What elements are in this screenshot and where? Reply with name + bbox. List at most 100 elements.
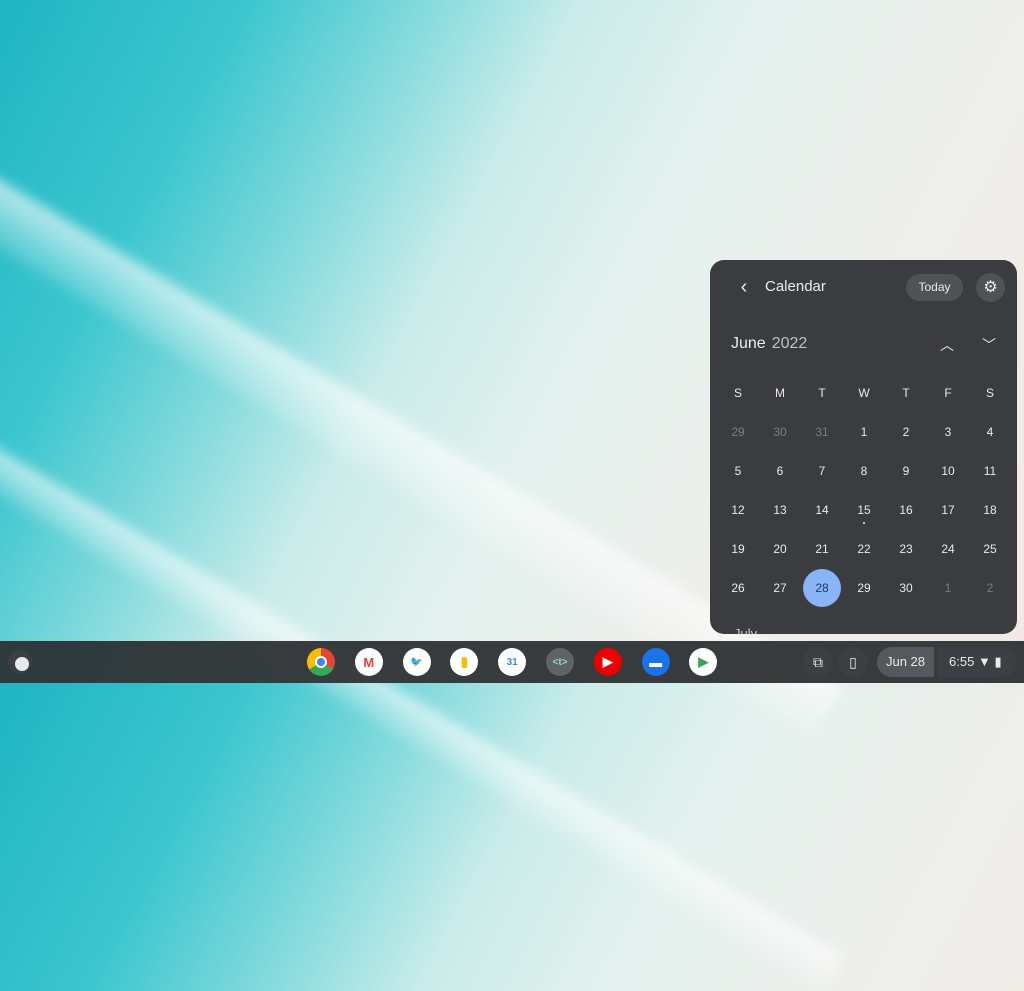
day-cell[interactable]: 29 bbox=[717, 413, 759, 452]
launcher-button[interactable] bbox=[8, 650, 32, 674]
day-number: 24 bbox=[941, 542, 955, 556]
day-cell[interactable]: 4 bbox=[969, 413, 1011, 452]
wifi-icon: ▼ bbox=[977, 654, 991, 669]
day-number: 11 bbox=[983, 464, 997, 478]
shelf: M 🐦 ▮ 31 <t> ▶ ▬ ▶ ⧉ ▯ Jun 28 6:55 ▼ ▮ bbox=[0, 641, 1024, 683]
holding-space-icon[interactable]: ⧉ bbox=[803, 647, 833, 677]
chrome-icon[interactable] bbox=[307, 648, 335, 676]
day-number: 3 bbox=[944, 425, 952, 439]
back-button[interactable]: ‹ bbox=[730, 275, 758, 299]
day-cell[interactable]: 3 bbox=[927, 413, 969, 452]
day-cell[interactable]: 10 bbox=[927, 452, 969, 491]
day-cell[interactable]: 22 bbox=[843, 530, 885, 569]
weekday-label: W bbox=[858, 386, 870, 400]
day-number: 27 bbox=[773, 581, 787, 595]
next-month-label: July bbox=[734, 626, 758, 634]
week-row: 19 20 21 22 23 24 25 bbox=[717, 530, 1011, 569]
month-label: June 2022 bbox=[731, 335, 807, 353]
previous-month-chevron-up-icon[interactable]: ︿ bbox=[935, 333, 959, 357]
day-number: 29 bbox=[731, 425, 745, 439]
next-month-chevron-down-icon[interactable]: ﹀ bbox=[977, 333, 1001, 357]
day-cell[interactable]: 14 bbox=[801, 491, 843, 530]
day-number: 10 bbox=[941, 464, 955, 478]
day-cell[interactable]: 15 bbox=[843, 491, 885, 530]
day-cell[interactable]: 19 bbox=[717, 530, 759, 569]
year: 2022 bbox=[771, 335, 808, 352]
month-name: June bbox=[731, 335, 766, 352]
day-cell[interactable]: 27 bbox=[759, 569, 801, 608]
day-cell[interactable]: 16 bbox=[885, 491, 927, 530]
date-tray[interactable]: Jun 28 bbox=[877, 647, 934, 677]
clock: 6:55 bbox=[949, 654, 975, 669]
day-cell[interactable]: 21 bbox=[801, 530, 843, 569]
youtube-music-icon[interactable]: ▶ bbox=[593, 648, 622, 676]
calendar-panel: ‹ Calendar Today ⚙ June 2022 ︿ ﹀ SMTWTFS2… bbox=[710, 260, 1017, 634]
day-cell[interactable]: 12 bbox=[717, 491, 759, 530]
today-button[interactable]: Today bbox=[906, 274, 963, 301]
day-number: 7 bbox=[818, 464, 826, 478]
day-cell[interactable]: 1 bbox=[927, 569, 969, 608]
day-cell[interactable]: 30 bbox=[885, 569, 927, 608]
weekday-label: S bbox=[985, 386, 994, 400]
week-row: 5 6 7 8 9 10 11 bbox=[717, 452, 1011, 491]
day-number: 9 bbox=[902, 464, 910, 478]
day-cell[interactable]: 31 bbox=[801, 413, 843, 452]
day-cell[interactable]: 9 bbox=[885, 452, 927, 491]
day-number: 1 bbox=[944, 581, 952, 595]
day-number: 22 bbox=[857, 542, 871, 556]
day-cell[interactable]: 24 bbox=[927, 530, 969, 569]
day-number: 12 bbox=[731, 503, 745, 517]
text-app-icon[interactable]: <t> bbox=[546, 648, 574, 676]
day-number: 2 bbox=[902, 425, 910, 439]
day-cell[interactable]: 23 bbox=[885, 530, 927, 569]
week-row: 26 27 28 29 30 1 2 bbox=[717, 569, 1011, 608]
day-cell[interactable]: 17 bbox=[927, 491, 969, 530]
weekday-label: T bbox=[818, 386, 826, 400]
calendar-app-icon[interactable]: 31 bbox=[498, 648, 527, 676]
day-cell[interactable]: 30 bbox=[759, 413, 801, 452]
day-number: 5 bbox=[734, 464, 742, 478]
day-number: 30 bbox=[899, 581, 913, 595]
settings-gear-icon[interactable]: ⚙ bbox=[976, 273, 1005, 302]
day-cell[interactable]: 13 bbox=[759, 491, 801, 530]
day-cell[interactable]: 8 bbox=[843, 452, 885, 491]
day-number: 18 bbox=[983, 503, 997, 517]
day-number: 16 bbox=[899, 503, 913, 517]
files-icon[interactable]: ▬ bbox=[641, 648, 670, 676]
day-number: 28 bbox=[803, 569, 841, 607]
day-number: 15 bbox=[857, 503, 871, 517]
gmail-icon[interactable]: M bbox=[354, 648, 383, 676]
weekday-label: S bbox=[733, 386, 742, 400]
play-store-icon[interactable]: ▶ bbox=[689, 648, 718, 676]
day-number: 25 bbox=[983, 542, 997, 556]
phone-hub-icon[interactable]: ▯ bbox=[838, 647, 868, 677]
day-cell[interactable]: 25 bbox=[969, 530, 1011, 569]
twitter-icon[interactable]: 🐦 bbox=[402, 648, 431, 676]
day-number: 30 bbox=[773, 425, 787, 439]
week-row: 12 13 14 15 16 17 18 bbox=[717, 491, 1011, 530]
day-cell[interactable]: 11 bbox=[969, 452, 1011, 491]
calendar-grid: S M T W T F S 29 30 31 1 2 3 4 5 6 7 8 9 10 11 12 13 14 15 16 17 18… bbox=[717, 374, 1011, 608]
day-number: 14 bbox=[815, 503, 829, 517]
status-tray[interactable]: 6:55 ▼ ▮ bbox=[938, 647, 1017, 677]
day-cell[interactable]: 2 bbox=[885, 413, 927, 452]
day-cell[interactable]: 6 bbox=[759, 452, 801, 491]
day-number: 29 bbox=[857, 581, 871, 595]
day-cell[interactable]: 2 bbox=[969, 569, 1011, 608]
chrome-center bbox=[315, 656, 327, 668]
day-cell[interactable]: 5 bbox=[717, 452, 759, 491]
weekday-row: SMTWTFS bbox=[717, 374, 1011, 413]
day-number: 6 bbox=[776, 464, 784, 478]
day-cell[interactable]: 18 bbox=[969, 491, 1011, 530]
day-cell[interactable]: 7 bbox=[801, 452, 843, 491]
weekday-label: M bbox=[775, 386, 785, 400]
day-number: 1 bbox=[860, 425, 868, 439]
day-cell[interactable]: 20 bbox=[759, 530, 801, 569]
day-number: 2 bbox=[986, 581, 994, 595]
day-cell[interactable]: 26 bbox=[717, 569, 759, 608]
day-number: 17 bbox=[941, 503, 955, 517]
day-cell[interactable]: 28 bbox=[801, 569, 843, 608]
day-cell[interactable]: 29 bbox=[843, 569, 885, 608]
day-cell[interactable]: 1 bbox=[843, 413, 885, 452]
keep-icon[interactable]: ▮ bbox=[450, 648, 479, 676]
